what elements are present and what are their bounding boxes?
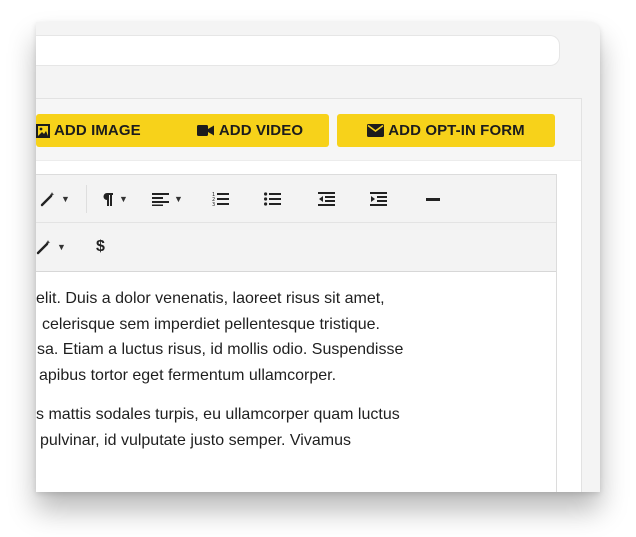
magic-wand-icon — [36, 240, 51, 255]
align-dropdown[interactable]: ▼ — [152, 187, 183, 211]
envelope-icon — [367, 124, 385, 137]
dollar-button[interactable]: $ — [96, 235, 105, 259]
text-line: s mattis sodales turpis, eu ullamcorper … — [36, 406, 400, 423]
horizontal-rule-button[interactable] — [426, 187, 440, 211]
unordered-list-icon — [264, 192, 281, 206]
text-line: apibus tortor eget fermentum ullamcorper… — [39, 366, 337, 384]
add-image-label: ADD IMAGE — [54, 122, 141, 139]
app-window: ADD IMAGE ADD VIDEO ADD OPT-IN FORM ▼ ▼ … — [36, 22, 600, 492]
svg-text:3: 3 — [212, 202, 215, 207]
add-optin-form-button[interactable]: ADD OPT-IN FORM — [337, 114, 555, 147]
outdent-icon — [318, 192, 335, 206]
align-left-icon — [152, 193, 169, 206]
unordered-list-button[interactable] — [264, 187, 281, 211]
chevron-down-icon: ▼ — [61, 194, 70, 204]
horizontal-rule-icon — [426, 198, 440, 201]
add-video-button[interactable]: ADD VIDEO — [171, 114, 329, 147]
text-line: elit. Duis a dolor venenatis, laoreet ri… — [36, 290, 385, 307]
add-video-label: ADD VIDEO — [218, 122, 304, 139]
rich-text-editor: ▼ ▼ ▼ 1 2 3 ▼ $ elit. Duis a dolor venen… — [36, 174, 557, 492]
paragraph-dropdown[interactable]: ▼ — [102, 187, 128, 211]
ordered-list-button[interactable]: 1 2 3 — [212, 187, 229, 211]
indent-icon — [370, 192, 387, 206]
toolbar-row-2: ▼ $ — [36, 223, 556, 270]
toolbar-row-1: ▼ ▼ ▼ 1 2 3 — [36, 175, 556, 223]
chevron-down-icon: ▼ — [57, 242, 66, 252]
style-dropdown[interactable]: ▼ — [36, 235, 66, 259]
add-image-button[interactable]: ADD IMAGE — [36, 114, 189, 147]
indent-button[interactable] — [370, 187, 387, 211]
image-icon — [36, 123, 50, 138]
editor-panel: ADD IMAGE ADD VIDEO ADD OPT-IN FORM ▼ ▼ … — [36, 98, 582, 492]
content-paragraph-1: elit. Duis a dolor venenatis, laoreet ri… — [36, 286, 403, 388]
text-line: sa. Etiam a luctus risus, id mollis odio… — [37, 341, 404, 358]
add-optin-form-label: ADD OPT-IN FORM — [388, 122, 525, 139]
toolbar-divider — [86, 185, 87, 213]
video-camera-icon — [196, 125, 214, 136]
text-line: pulvinar, id vulputate justo semper. Viv… — [40, 431, 351, 449]
text-line: celerisque sem imperdiet pellentesque tr… — [42, 315, 380, 333]
content-paragraph-2: s mattis sodales turpis, eu ullamcorper … — [36, 402, 400, 453]
dollar-icon: $ — [96, 238, 105, 255]
paragraph-icon — [103, 192, 113, 206]
chevron-down-icon: ▼ — [119, 194, 128, 204]
format-dropdown[interactable]: ▼ — [40, 187, 70, 211]
outdent-button[interactable] — [318, 187, 335, 211]
chevron-down-icon: ▼ — [174, 194, 183, 204]
ordered-list-icon: 1 2 3 — [212, 192, 229, 207]
editor-toolbar: ▼ ▼ ▼ 1 2 3 ▼ $ — [36, 175, 556, 272]
address-bar[interactable] — [36, 35, 560, 66]
magic-wand-icon — [40, 192, 55, 207]
media-button-bar: ADD IMAGE ADD VIDEO ADD OPT-IN FORM — [36, 99, 581, 161]
